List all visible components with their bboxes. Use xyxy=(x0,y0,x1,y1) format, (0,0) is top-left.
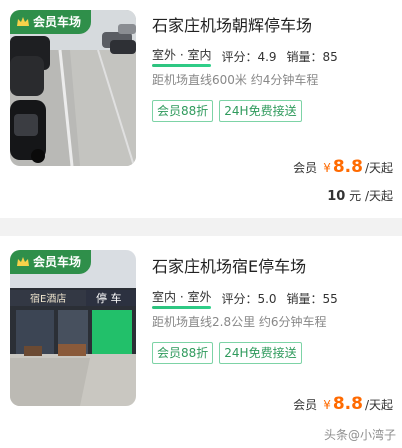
parking-lot-photo[interactable]: 会员车场 xyxy=(10,10,136,166)
discount-tag: 会员88折 xyxy=(152,342,214,364)
member-price: 会员 ¥ 8.8 /天起 xyxy=(293,394,393,414)
currency-symbol: ¥ xyxy=(323,161,331,175)
currency-symbol: ¥ xyxy=(323,398,331,412)
indoor-outdoor-label: 室外 · 室内 xyxy=(152,46,212,67)
distance-info: 距机场直线600米 约4分钟车程 xyxy=(152,73,319,87)
lot-meta: 室内 · 室外 评分：5.0 销量：55 xyxy=(152,288,338,309)
card-divider xyxy=(0,218,402,236)
tag-list: 会员88折 24H免费接送 xyxy=(152,342,302,364)
storefront-sign-right: 停 车 xyxy=(96,291,122,305)
sales-count: 销量：85 xyxy=(286,49,338,64)
sales-count: 销量：55 xyxy=(286,291,338,306)
regular-price: 10 元 /天起 xyxy=(327,187,393,204)
member-price-label: 会员 xyxy=(293,161,318,175)
tag-list: 会员88折 24H免费接送 xyxy=(152,100,302,122)
member-price-value: 8.8 xyxy=(332,157,363,177)
parking-lot-photo[interactable]: 宿E酒店 停 车 会员车场 xyxy=(10,250,136,406)
regular-price-unit: 元 /天起 xyxy=(349,189,393,203)
shuttle-tag: 24H免费接送 xyxy=(219,100,302,122)
indoor-outdoor-label: 室内 · 室外 xyxy=(152,288,212,309)
distance-info: 距机场直线2.8公里 约6分钟车程 xyxy=(152,315,327,329)
lot-meta: 室外 · 室内 评分：4.9 销量：85 xyxy=(152,46,338,67)
price-unit: /天起 xyxy=(364,161,393,175)
rating: 评分：5.0 xyxy=(221,291,277,306)
member-price-label: 会员 xyxy=(293,398,318,412)
member-lot-badge: 会员车场 xyxy=(10,10,92,34)
rating: 评分：4.9 xyxy=(221,49,277,64)
parking-lot-title[interactable]: 石家庄机场朝辉停车场 xyxy=(152,12,312,36)
member-lot-badge: 会员车场 xyxy=(10,250,92,274)
shuttle-tag: 24H免费接送 xyxy=(219,342,302,364)
parking-lot-title[interactable]: 石家庄机场宿E停车场 xyxy=(152,253,306,277)
regular-price-value: 10 xyxy=(327,189,346,204)
discount-tag: 会员88折 xyxy=(152,100,214,122)
storefront-sign-left: 宿E酒店 xyxy=(30,292,66,305)
member-price: 会员 ¥ 8.8 /天起 xyxy=(293,157,393,177)
watermark: 头条@小湾子 xyxy=(323,428,396,442)
crown-icon xyxy=(17,17,29,26)
badge-label: 会员车场 xyxy=(33,15,82,29)
price-unit: /天起 xyxy=(364,398,393,412)
crown-icon xyxy=(17,257,29,266)
member-price-value: 8.8 xyxy=(332,394,363,414)
badge-label: 会员车场 xyxy=(33,255,82,269)
parking-card[interactable]: 会员车场 石家庄机场朝辉停车场 室外 · 室内 评分：4.9 销量：85 距机场… xyxy=(0,0,402,218)
parking-card[interactable]: 宿E酒店 停 车 会员车场 石家庄机场宿E停车场 室内 · 室外 评分：5.0 … xyxy=(0,236,402,448)
